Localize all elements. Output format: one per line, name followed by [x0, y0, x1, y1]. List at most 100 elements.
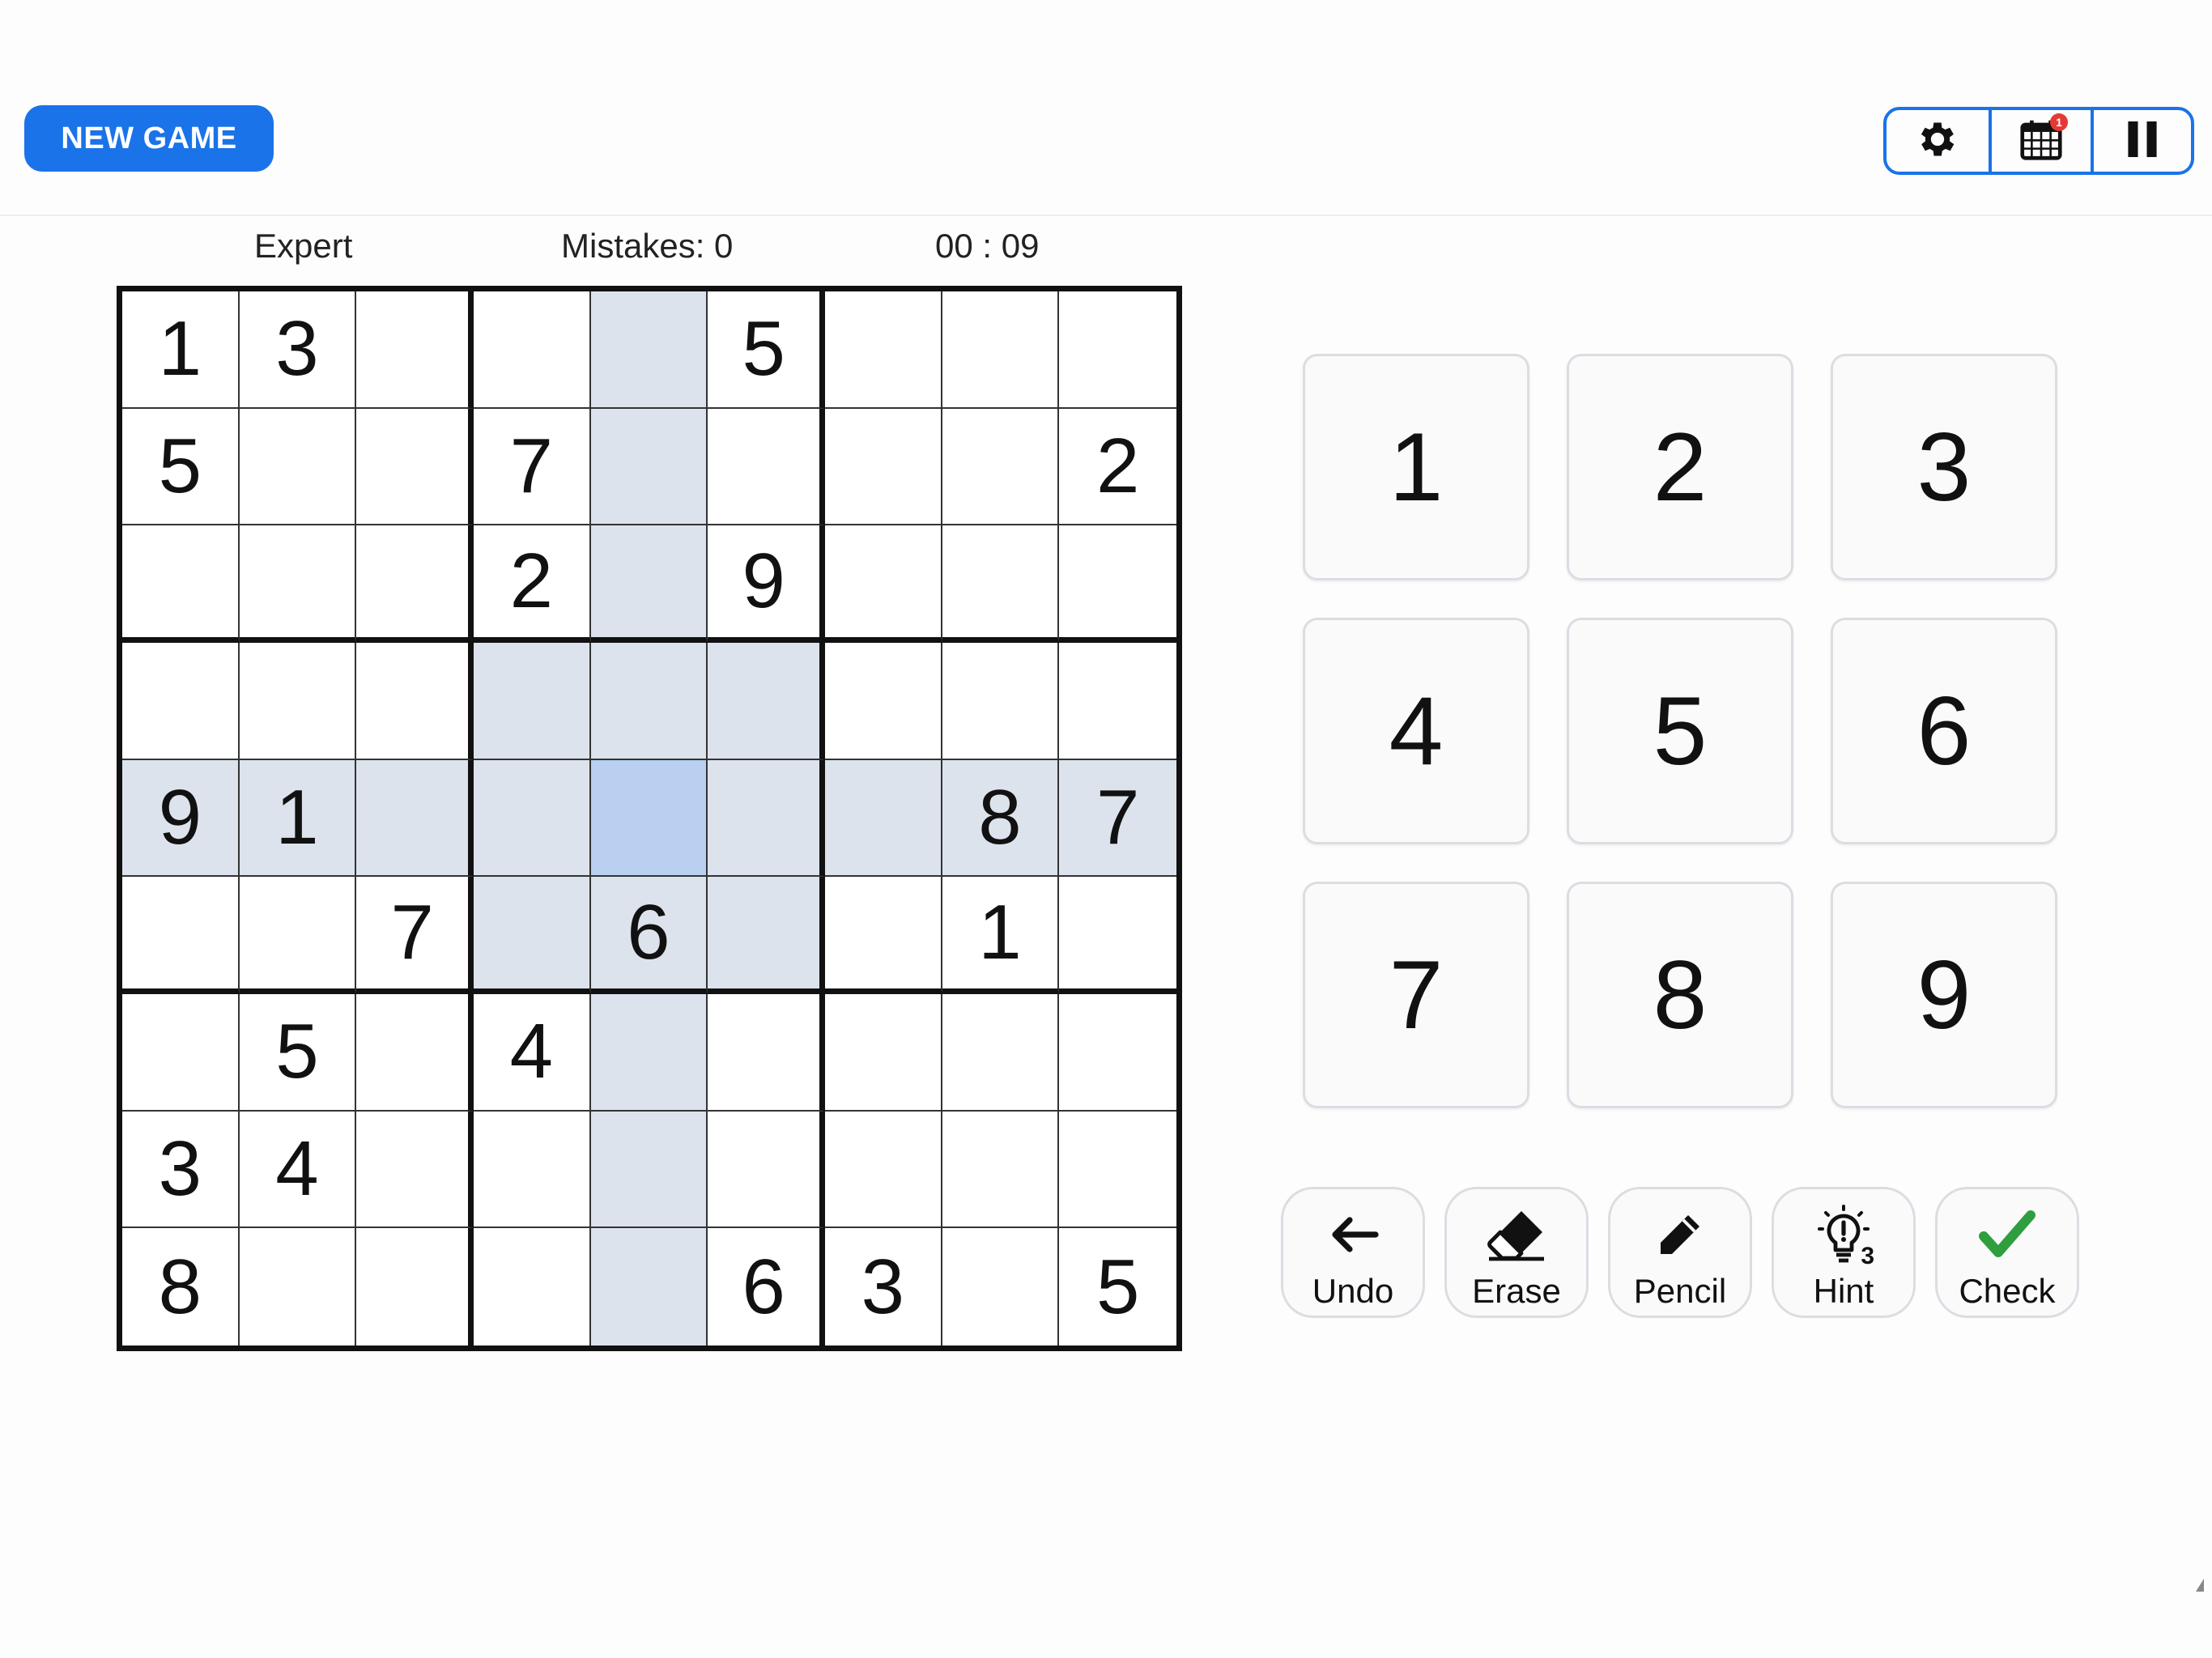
pencil-button[interactable]: Pencil [1608, 1187, 1752, 1318]
board-cell[interactable] [825, 759, 942, 878]
new-game-button[interactable]: NEW GAME [24, 105, 274, 172]
board-cell[interactable]: 9 [122, 759, 240, 878]
board-cell[interactable] [356, 994, 474, 1112]
board-cell[interactable] [239, 1228, 357, 1346]
board-cell[interactable]: 4 [239, 1111, 357, 1229]
board-cell[interactable] [356, 759, 474, 878]
board-cell[interactable] [239, 408, 357, 526]
board-cell[interactable]: 1 [122, 291, 240, 409]
board-cell[interactable] [708, 877, 825, 994]
board-cell[interactable]: 2 [474, 525, 591, 643]
daily-challenge-button[interactable]: 1 [1989, 110, 2091, 172]
board-cell[interactable] [122, 877, 240, 994]
board-cell[interactable] [708, 1111, 825, 1229]
board-cell[interactable] [239, 643, 357, 760]
board-cell[interactable]: 1 [239, 759, 357, 878]
board-cell[interactable] [708, 408, 825, 526]
board-cell[interactable] [825, 877, 942, 994]
board-cell[interactable] [356, 643, 474, 760]
board-cell[interactable] [590, 1228, 708, 1346]
board-cell[interactable] [474, 759, 591, 878]
number-key-4[interactable]: 4 [1303, 618, 1529, 844]
board-cell[interactable] [122, 994, 240, 1112]
check-button[interactable]: Check [1935, 1187, 2079, 1318]
board-cell[interactable] [122, 643, 240, 760]
board-cell[interactable]: 3 [122, 1111, 240, 1229]
board-cell[interactable] [474, 877, 591, 994]
number-key-6[interactable]: 6 [1831, 618, 2057, 844]
board-cell[interactable]: 3 [825, 1228, 942, 1346]
board-cell[interactable] [942, 291, 1060, 409]
erase-button[interactable]: Erase [1444, 1187, 1589, 1318]
number-key-8[interactable]: 8 [1567, 882, 1793, 1108]
board-cell[interactable] [1059, 525, 1176, 643]
board-cell[interactable] [122, 525, 240, 643]
board-cell[interactable]: 4 [474, 994, 591, 1112]
board-cell[interactable] [1059, 994, 1176, 1112]
board-cell[interactable] [1059, 643, 1176, 760]
number-key-3[interactable]: 3 [1831, 354, 2057, 580]
board-cell[interactable]: 8 [122, 1228, 240, 1346]
board-cell[interactable] [356, 408, 474, 526]
board-cell[interactable] [239, 877, 357, 994]
board-cell[interactable] [356, 291, 474, 409]
pause-button[interactable] [2091, 110, 2191, 172]
number-key-7[interactable]: 7 [1303, 882, 1529, 1108]
board-cell[interactable]: 6 [590, 877, 708, 994]
board-cell[interactable] [942, 1111, 1060, 1229]
board-cell[interactable] [825, 994, 942, 1112]
number-key-1[interactable]: 1 [1303, 354, 1529, 580]
number-key-9[interactable]: 9 [1831, 882, 2057, 1108]
board-cell[interactable] [474, 291, 591, 409]
board-cell[interactable]: 2 [1059, 408, 1176, 526]
settings-button[interactable] [1887, 110, 1989, 172]
board-cell[interactable] [590, 525, 708, 643]
board-cell[interactable]: 3 [239, 291, 357, 409]
timer: 00 : 09 [935, 227, 1040, 265]
number-key-5[interactable]: 5 [1567, 618, 1793, 844]
board-cell[interactable] [825, 408, 942, 526]
board-cell[interactable]: 5 [1059, 1228, 1176, 1346]
board-cell[interactable]: 5 [239, 994, 357, 1112]
board-cell[interactable]: 7 [474, 408, 591, 526]
board-cell[interactable] [1059, 877, 1176, 994]
board-cell[interactable] [590, 994, 708, 1112]
board-cell[interactable] [942, 408, 1060, 526]
board-cell[interactable] [474, 1228, 591, 1346]
board-cell[interactable] [942, 643, 1060, 760]
board-cell[interactable] [1059, 291, 1176, 409]
board-cell[interactable] [356, 1111, 474, 1229]
board-cell[interactable] [356, 525, 474, 643]
hint-button[interactable]: 3 Hint [1772, 1187, 1916, 1318]
board-cell[interactable]: 7 [1059, 759, 1176, 878]
board-cell[interactable]: 1 [942, 877, 1060, 994]
board-cell[interactable] [239, 525, 357, 643]
board-cell[interactable]: 8 [942, 759, 1060, 878]
board-cell[interactable] [825, 1111, 942, 1229]
number-key-2[interactable]: 2 [1567, 354, 1793, 580]
board-cell[interactable]: 7 [356, 877, 474, 994]
board-cell[interactable] [474, 643, 591, 760]
board-cell[interactable] [590, 291, 708, 409]
board-cell[interactable]: 5 [708, 291, 825, 409]
board-cell[interactable] [708, 643, 825, 760]
board-cell[interactable]: 9 [708, 525, 825, 643]
board-cell[interactable] [708, 759, 825, 878]
board-cell[interactable] [590, 643, 708, 760]
board-cell[interactable] [1059, 1111, 1176, 1229]
board-cell[interactable]: 5 [122, 408, 240, 526]
board-cell[interactable] [356, 1228, 474, 1346]
board-cell[interactable] [825, 525, 942, 643]
board-cell[interactable] [825, 643, 942, 760]
board-cell[interactable] [474, 1111, 591, 1229]
board-cell[interactable] [942, 1228, 1060, 1346]
board-cell[interactable] [590, 1111, 708, 1229]
board-cell[interactable] [590, 759, 708, 878]
board-cell[interactable] [708, 994, 825, 1112]
board-cell[interactable] [825, 291, 942, 409]
board-cell[interactable] [590, 408, 708, 526]
board-cell[interactable] [942, 994, 1060, 1112]
undo-button[interactable]: Undo [1281, 1187, 1425, 1318]
board-cell[interactable]: 6 [708, 1228, 825, 1346]
board-cell[interactable] [942, 525, 1060, 643]
